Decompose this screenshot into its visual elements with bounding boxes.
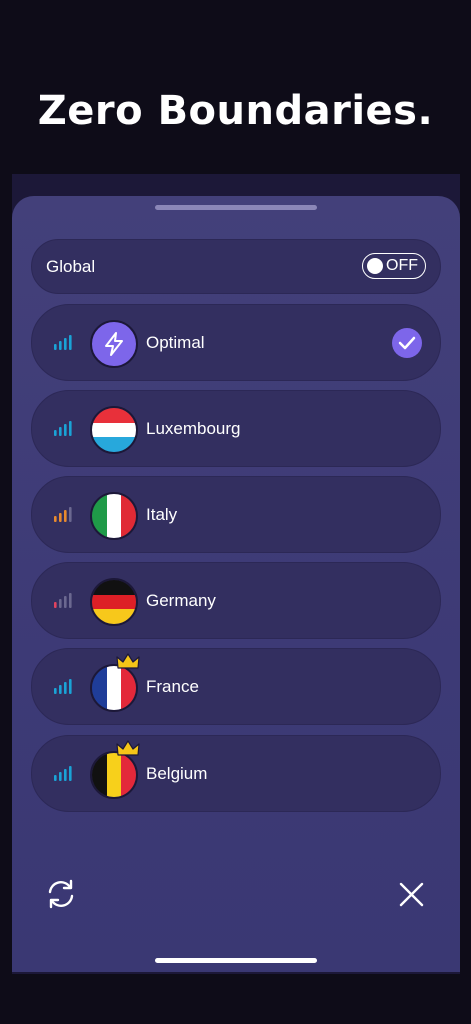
signal-strength-icon	[54, 335, 72, 350]
italy-flag-icon	[90, 492, 138, 540]
signal-strength-icon	[54, 507, 72, 522]
signal-strength-icon	[54, 679, 72, 694]
server-row-luxembourg[interactable]: Luxembourg	[31, 390, 441, 467]
signal-strength-icon	[54, 421, 72, 436]
germany-flag-icon	[90, 578, 138, 626]
sheet-drag-handle[interactable]	[155, 205, 317, 210]
headline: Zero Boundaries.	[37, 88, 434, 134]
server-row-france[interactable]: France	[31, 648, 441, 725]
selected-check-icon	[392, 328, 422, 358]
server-name: France	[146, 677, 199, 696]
server-name: Italy	[146, 505, 178, 524]
france-flag-icon	[90, 664, 138, 712]
server-name: Germany	[146, 591, 216, 610]
signal-strength-icon	[54, 766, 72, 781]
signal-strength-icon	[54, 593, 72, 608]
premium-crown-icon	[116, 740, 140, 756]
toggle-knob	[367, 257, 383, 274]
global-row[interactable]: Global OFF	[31, 239, 441, 294]
toggle-state-text: OFF	[386, 257, 418, 274]
home-indicator	[155, 958, 317, 963]
belgium-flag-icon	[90, 751, 138, 799]
premium-crown-icon	[116, 653, 140, 669]
server-row-optimal[interactable]: Optimal	[31, 304, 441, 381]
server-row-belgium[interactable]: Belgium	[31, 735, 441, 812]
server-name: Luxembourg	[146, 419, 241, 438]
refresh-icon[interactable]	[44, 877, 78, 911]
global-toggle[interactable]: OFF	[362, 253, 426, 279]
server-row-germany[interactable]: Germany	[31, 562, 441, 639]
lightning-icon	[90, 320, 138, 368]
server-name: Optimal	[146, 333, 205, 352]
server-name: Belgium	[146, 764, 208, 783]
luxembourg-flag-icon	[90, 406, 138, 454]
global-label: Global	[46, 257, 96, 276]
server-row-italy[interactable]: Italy	[31, 476, 441, 553]
close-icon[interactable]	[398, 881, 425, 908]
